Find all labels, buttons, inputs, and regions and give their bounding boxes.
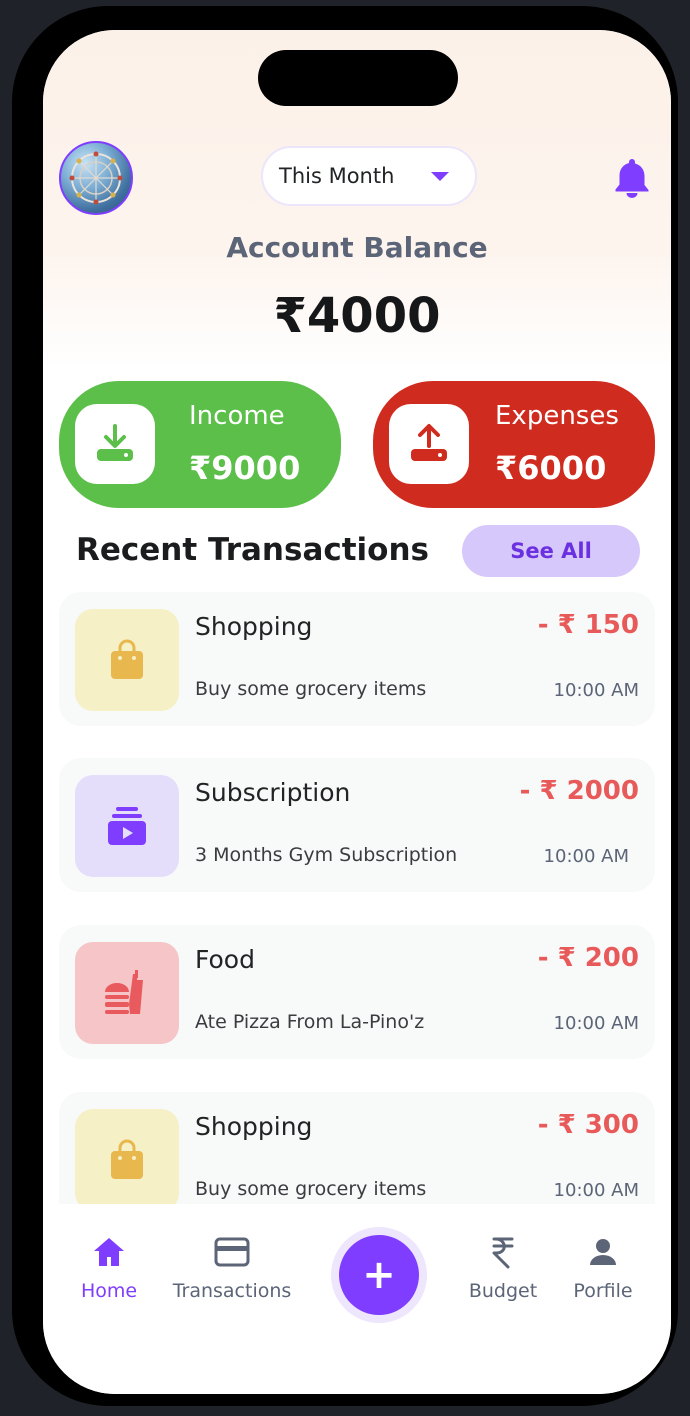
subscription-icon xyxy=(75,775,179,877)
transaction-amount: - ₹ 300 xyxy=(537,1110,639,1140)
expenses-label: Expenses xyxy=(495,401,619,431)
bell-icon[interactable] xyxy=(612,156,652,198)
nav-budget-label: Budget xyxy=(468,1280,538,1302)
transaction-category: Food xyxy=(195,945,255,974)
expenses-card[interactable]: Expenses ₹6000 xyxy=(373,381,655,508)
add-transaction-button[interactable]: + xyxy=(339,1235,419,1315)
income-label: Income xyxy=(189,401,285,431)
transaction-time: 10:00 AM xyxy=(553,680,639,701)
transaction-amount: - ₹ 150 xyxy=(537,610,639,640)
avatar[interactable] xyxy=(59,141,133,215)
transaction-amount: - ₹ 200 xyxy=(537,943,639,973)
dynamic-island xyxy=(258,50,458,106)
period-dropdown[interactable]: This Month xyxy=(261,146,477,206)
bottom-navigation: Home Transactions + Budget Porfile xyxy=(43,1204,671,1394)
transaction-description: Buy some grocery items xyxy=(195,678,427,700)
nav-home[interactable]: Home xyxy=(77,1234,141,1302)
transaction-description: Buy some grocery items xyxy=(195,1178,427,1200)
credit-card-icon xyxy=(167,1234,297,1270)
fastfood-icon xyxy=(75,942,179,1044)
app-screen: This Month Account Balance ₹4000 Income xyxy=(43,30,671,1394)
upload-tray-icon xyxy=(389,404,469,484)
download-tray-icon xyxy=(75,404,155,484)
transaction-category: Shopping xyxy=(195,1112,313,1141)
nav-budget[interactable]: Budget xyxy=(463,1234,543,1302)
rupee-icon xyxy=(463,1234,543,1270)
home-icon xyxy=(77,1234,141,1270)
transaction-category: Shopping xyxy=(195,612,313,641)
nav-profile-label: Porfile xyxy=(573,1280,633,1302)
transaction-description: Ate Pizza From La-Pino'z xyxy=(195,1011,425,1033)
chevron-down-icon xyxy=(431,172,449,181)
recent-transactions-title: Recent Transactions xyxy=(76,532,430,568)
transaction-item[interactable]: Shopping Buy some grocery items - ₹ 150 … xyxy=(59,592,655,726)
expenses-amount: ₹6000 xyxy=(495,449,607,487)
plus-icon: + xyxy=(362,1252,396,1298)
nav-profile[interactable]: Porfile xyxy=(563,1234,643,1302)
user-icon xyxy=(563,1234,643,1270)
nav-transactions-label: Transactions xyxy=(172,1280,292,1302)
shopping-bag-icon xyxy=(75,609,179,711)
transaction-category: Subscription xyxy=(195,778,351,807)
transaction-item[interactable]: Food Ate Pizza From La-Pino'z - ₹ 200 10… xyxy=(59,925,655,1059)
nav-transactions[interactable]: Transactions xyxy=(167,1234,297,1302)
transaction-time: 10:00 AM xyxy=(553,1180,639,1201)
account-balance-label: Account Balance xyxy=(226,231,488,264)
account-balance-amount: ₹4000 xyxy=(273,288,441,344)
transaction-time: 10:00 AM xyxy=(543,846,629,867)
phone-frame: This Month Account Balance ₹4000 Income xyxy=(12,6,678,1406)
transaction-amount: - ₹ 2000 xyxy=(519,776,639,806)
income-amount: ₹9000 xyxy=(189,449,301,487)
transaction-time: 10:00 AM xyxy=(553,1013,639,1034)
shopping-bag-icon xyxy=(75,1109,179,1204)
avatar-image xyxy=(69,151,123,205)
period-dropdown-label: This Month xyxy=(279,164,395,188)
transaction-item[interactable]: Shopping Buy some grocery items - ₹ 300 … xyxy=(59,1092,655,1204)
transaction-item[interactable]: Subscription 3 Months Gym Subscription -… xyxy=(59,758,655,892)
see-all-button[interactable]: See All xyxy=(462,525,640,577)
income-card[interactable]: Income ₹9000 xyxy=(59,381,341,508)
transaction-list[interactable]: Shopping Buy some grocery items - ₹ 150 … xyxy=(43,592,671,1204)
transaction-description: 3 Months Gym Subscription xyxy=(195,844,458,866)
nav-home-label: Home xyxy=(80,1280,138,1302)
